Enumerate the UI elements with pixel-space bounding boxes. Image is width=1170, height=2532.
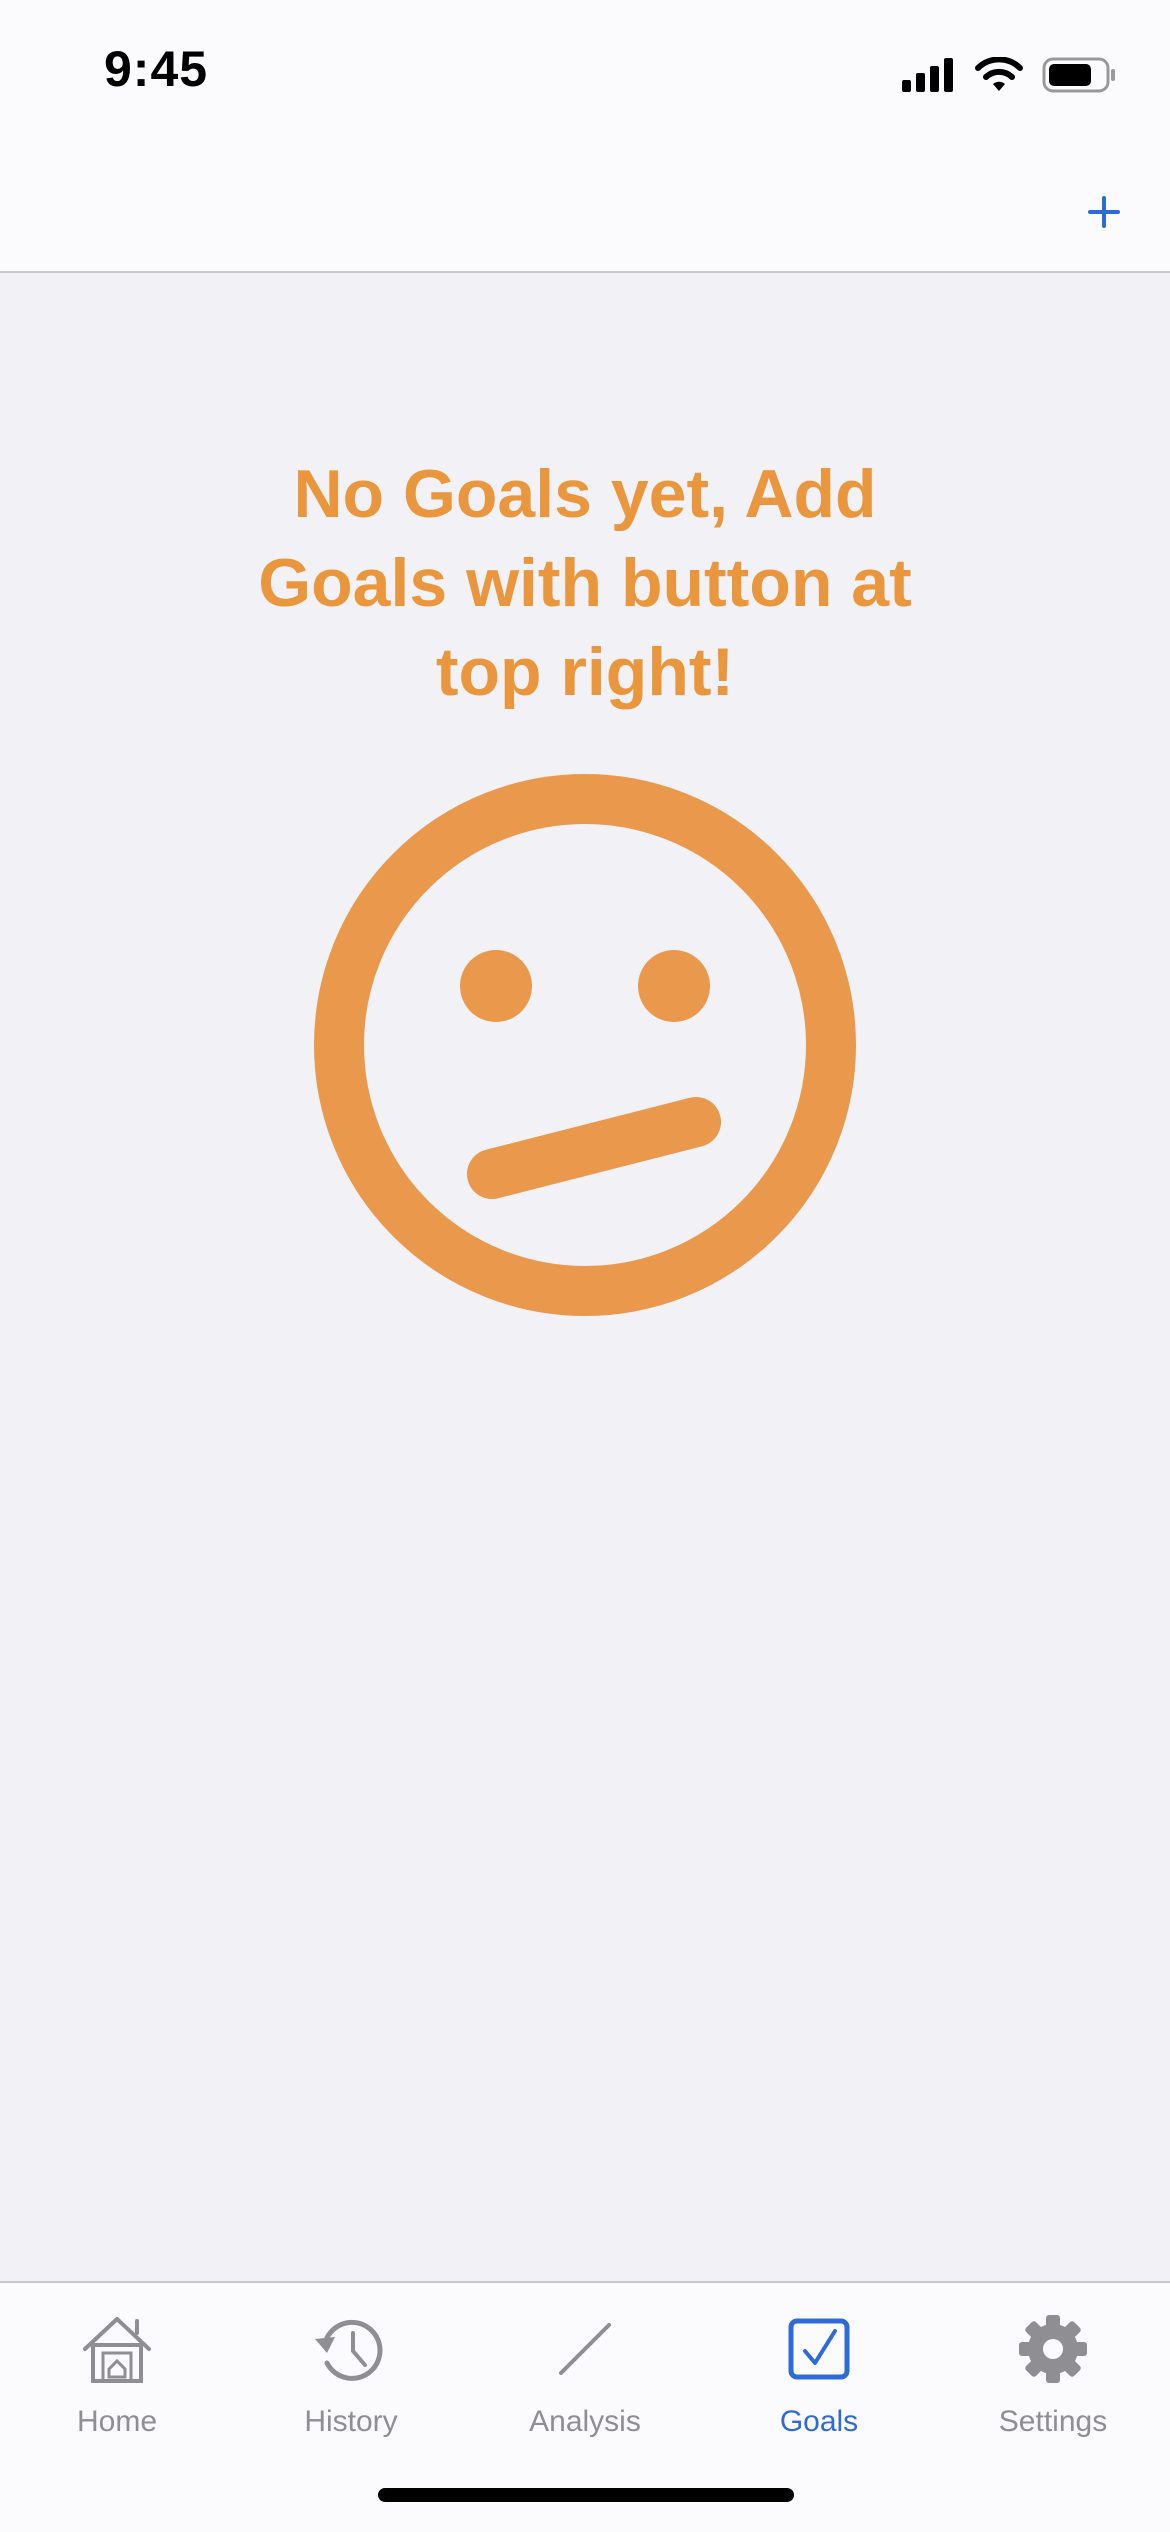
tab-label: Goals	[779, 2405, 859, 2438]
status-bar: 9:45	[0, 0, 1170, 150]
tab-label: History	[304, 2405, 398, 2438]
tab-home[interactable]: Home	[0, 2309, 234, 2459]
navigation-bar	[0, 150, 1170, 273]
gear-icon	[1019, 2315, 1087, 2383]
tab-history[interactable]: History	[234, 2309, 468, 2459]
checkbox-icon	[788, 2318, 850, 2380]
empty-goals-message: No Goals yet, Add Goals with button at t…	[258, 456, 912, 710]
tab-analysis[interactable]: Analysis	[468, 2309, 702, 2459]
add-goal-button[interactable]	[1074, 182, 1134, 242]
battery-icon	[1042, 57, 1115, 93]
tab-goals[interactable]: Goals	[702, 2309, 936, 2459]
tab-label: Analysis	[529, 2405, 641, 2438]
tab-settings[interactable]: Settings	[936, 2309, 1170, 2459]
tab-label: Settings	[998, 2405, 1108, 2438]
goals-screen: 9:45 No Goals yet, Add Goals with button…	[0, 0, 1170, 2532]
status-time: 9:45	[104, 41, 209, 97]
confused-face-icon	[314, 774, 856, 1316]
clock-history-icon	[315, 2319, 383, 2381]
tab-label: Home	[76, 2405, 158, 2438]
wifi-icon	[975, 57, 1023, 91]
house-icon	[83, 2317, 151, 2383]
home-indicator[interactable]	[378, 2488, 794, 2502]
plus-icon	[1088, 196, 1120, 228]
line-chart-icon	[559, 2323, 611, 2375]
cellular-signal-icon	[902, 58, 953, 92]
status-icons	[902, 52, 1118, 98]
empty-state-illustration	[310, 770, 860, 1320]
